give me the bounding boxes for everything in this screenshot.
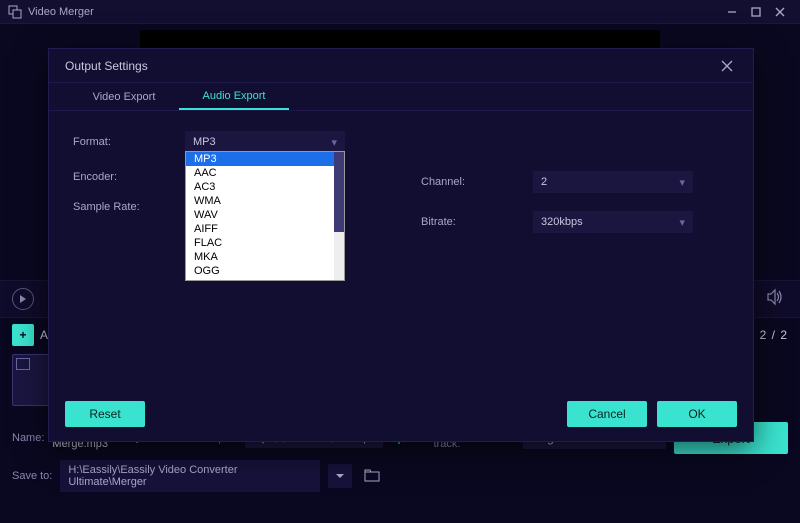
chevron-down-icon: ▾ [679, 176, 685, 189]
save-path-dropdown[interactable] [328, 464, 352, 488]
format-select[interactable]: MP3 ▾ [185, 131, 345, 153]
ok-button[interactable]: OK [657, 401, 737, 427]
bitrate-value: 320kbps [541, 216, 583, 228]
chevron-down-icon: ▾ [679, 216, 685, 229]
tab-audio-export[interactable]: Audio Export [179, 83, 289, 110]
tab-video-export[interactable]: Video Export [69, 83, 179, 110]
bitrate-select[interactable]: 320kbps ▾ [533, 211, 693, 233]
channel-label: Channel: [421, 176, 521, 188]
save-to-label: Save to: [12, 470, 52, 482]
volume-icon[interactable] [766, 288, 788, 310]
add-clip-button[interactable]: + [12, 324, 34, 346]
format-option[interactable]: AIFF [186, 222, 344, 236]
format-option[interactable]: FLAC [186, 236, 344, 250]
format-option[interactable]: MKA [186, 250, 344, 264]
channel-value: 2 [541, 176, 547, 188]
format-option[interactable]: AU [186, 278, 344, 281]
format-option[interactable]: AAC [186, 166, 344, 180]
bitrate-label: Bitrate: [421, 216, 521, 228]
add-clip-label: A [40, 328, 48, 342]
play-button[interactable] [12, 288, 34, 310]
encoder-label: Encoder: [73, 171, 173, 183]
film-icon [16, 358, 30, 370]
name-label: Name: [12, 432, 44, 444]
minimize-button[interactable] [720, 3, 744, 21]
format-value: MP3 [193, 136, 216, 148]
titlebar: Video Merger [0, 0, 800, 24]
sample-rate-label: Sample Rate: [73, 201, 173, 213]
chevron-down-icon: ▾ [331, 136, 337, 149]
format-option[interactable]: MP3 [186, 152, 344, 166]
save-path-field[interactable]: H:\Eassily\Eassily Video Converter Ultim… [60, 460, 320, 492]
channel-select[interactable]: 2 ▾ [533, 171, 693, 193]
app-title: Video Merger [28, 6, 94, 18]
output-settings-modal: Output Settings Video Export Audio Expor… [48, 48, 754, 442]
format-label: Format: [73, 136, 173, 148]
cancel-button[interactable]: Cancel [567, 401, 647, 427]
format-option[interactable]: OGG [186, 264, 344, 278]
scrollbar-thumb[interactable] [334, 152, 344, 232]
format-option[interactable]: AC3 [186, 180, 344, 194]
modal-close-button[interactable] [717, 56, 737, 76]
open-folder-icon[interactable] [360, 464, 384, 488]
format-option[interactable]: WMA [186, 194, 344, 208]
page-indicator: 2 / 2 [760, 328, 788, 342]
close-button[interactable] [768, 3, 792, 21]
save-bar: Save to: H:\Eassily\Eassily Video Conver… [0, 458, 800, 494]
app-icon [8, 5, 22, 19]
dropdown-scrollbar[interactable] [334, 152, 344, 280]
modal-title: Output Settings [65, 59, 148, 73]
format-dropdown-panel: MP3AACAC3WMAWAVAIFFFLACMKAOGGAU [185, 151, 345, 281]
format-option[interactable]: WAV [186, 208, 344, 222]
reset-button[interactable]: Reset [65, 401, 145, 427]
maximize-button[interactable] [744, 3, 768, 21]
